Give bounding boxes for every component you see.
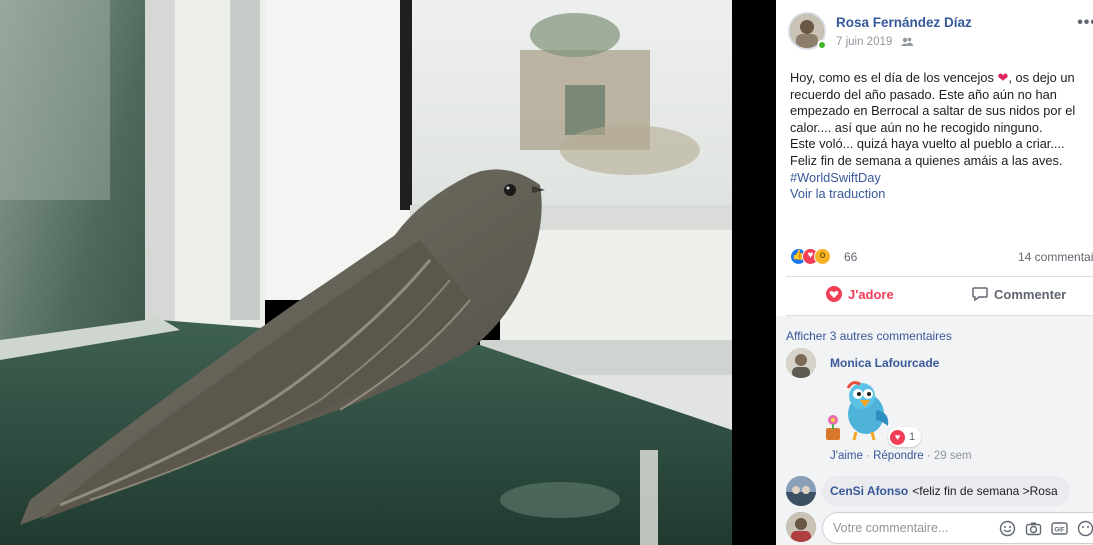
love-button-label: J'adore bbox=[848, 286, 894, 302]
photo-viewer: Rosa Fernández Díaz 7 juin 2019 ••• Hoy,… bbox=[0, 0, 1093, 545]
comment-reply-link[interactable]: Répondre bbox=[873, 450, 924, 462]
post-header: Rosa Fernández Díaz 7 juin 2019 ••• bbox=[788, 12, 1093, 52]
love-reaction-icon bbox=[826, 286, 842, 302]
compose-tools: GIF bbox=[999, 520, 1093, 537]
comment-like-link[interactable]: J'aime bbox=[830, 450, 863, 462]
post-meta: 7 juin 2019 bbox=[836, 36, 914, 50]
post-photo[interactable] bbox=[0, 0, 732, 545]
wow-icon: o bbox=[814, 248, 831, 265]
post-text-line-2: recuerdo del año pasado. Este año aún no… bbox=[790, 86, 1057, 102]
view-more-comments-link[interactable]: Afficher 3 autres commentaires bbox=[786, 329, 952, 343]
camera-icon[interactable] bbox=[1025, 520, 1042, 537]
svg-text:GIF: GIF bbox=[1055, 528, 1065, 534]
comment-bubble: CenSi Afonso <feliz fin de semana >Rosa bbox=[822, 476, 1070, 506]
parrot-sticker[interactable] bbox=[822, 374, 896, 448]
post-actions: J'adore Commenter bbox=[776, 280, 1093, 312]
emoji-icon[interactable] bbox=[999, 520, 1016, 537]
separator: · bbox=[923, 450, 934, 462]
reactions-summary: 👍 ♥ o 66 14 commentaires bbox=[790, 248, 1093, 266]
comment-input-placeholder: Votre commentaire... bbox=[833, 521, 949, 535]
comment-count-link[interactable]: 14 commentaires bbox=[1018, 250, 1093, 264]
gif-icon[interactable]: GIF bbox=[1051, 520, 1068, 537]
comment-bubble-icon bbox=[972, 287, 988, 302]
current-user-avatar bbox=[786, 512, 816, 542]
see-translation-link[interactable]: Voir la traduction bbox=[790, 186, 885, 201]
comment-text: <feliz fin de semana >Rosa bbox=[912, 484, 1058, 498]
post-date[interactable]: 7 juin 2019 bbox=[836, 36, 892, 48]
post-sidebar: Rosa Fernández Díaz 7 juin 2019 ••• Hoy,… bbox=[776, 0, 1093, 545]
commenter-name[interactable]: CenSi Afonso bbox=[830, 484, 908, 498]
sticker-icon[interactable] bbox=[1077, 520, 1093, 537]
post-text-line-4: calor.... así que aún no he recogido nin… bbox=[790, 119, 1043, 135]
swift-on-windowsill-image bbox=[0, 0, 732, 545]
love-icon: ♥ bbox=[890, 429, 905, 445]
author-name[interactable]: Rosa Fernández Díaz bbox=[836, 15, 972, 30]
post-text-line-3: empezado en Berrocal a saltar de sus nid… bbox=[790, 103, 1076, 119]
friends-audience-icon[interactable] bbox=[901, 37, 914, 50]
comment-reaction-badge[interactable]: ♥ 1 bbox=[888, 427, 922, 447]
post-text-line-6: Feliz fin de semana a quienes amáis a la… bbox=[790, 152, 1063, 168]
post-text-line-1: Hoy, como es el día de los vencejos ❤, o… bbox=[790, 70, 1075, 85]
more-options-icon[interactable]: ••• bbox=[1077, 14, 1093, 32]
comment-input[interactable]: Votre commentaire... GIF bbox=[822, 512, 1093, 544]
love-button[interactable]: J'adore bbox=[826, 286, 894, 302]
post-text: Hoy, como es el día de los vencejos ❤, o… bbox=[790, 70, 1093, 203]
comment-actions: J'aime · Répondre · 29 sem bbox=[830, 450, 972, 462]
comment-button-label: Commenter bbox=[994, 286, 1067, 302]
heart-emoji-icon: ❤ bbox=[997, 70, 1009, 85]
commenter-avatar[interactable] bbox=[786, 348, 816, 378]
reaction-icons[interactable]: 👍 ♥ o bbox=[790, 248, 842, 266]
reaction-count[interactable]: 66 bbox=[844, 250, 857, 264]
bird-sticker-icon bbox=[826, 381, 889, 441]
comment-reaction-count: 1 bbox=[909, 431, 916, 443]
hashtag-link[interactable]: #WorldSwiftDay bbox=[790, 170, 881, 185]
commenter-name[interactable]: Monica Lafourcade bbox=[830, 356, 939, 370]
comment-timestamp[interactable]: 29 sem bbox=[934, 450, 972, 462]
separator: · bbox=[862, 450, 874, 462]
comment-button[interactable]: Commenter bbox=[972, 286, 1066, 302]
online-status-dot bbox=[817, 40, 827, 50]
comments-section: Afficher 3 autres commentaires Monica La… bbox=[776, 316, 1093, 545]
divider bbox=[786, 276, 1093, 277]
post-text-line-5: Este voló... quizá haya vuelto al pueblo… bbox=[790, 136, 1065, 152]
commenter-avatar[interactable] bbox=[786, 476, 816, 506]
